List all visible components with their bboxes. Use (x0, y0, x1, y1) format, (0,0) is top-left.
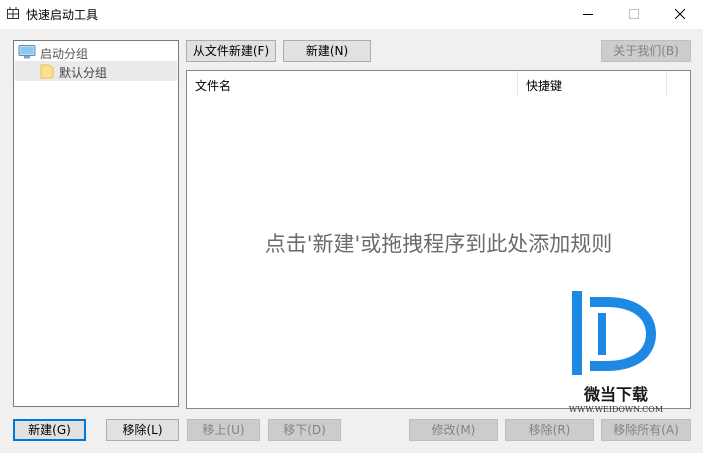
watermark-title: 微当下载 (583, 385, 648, 404)
empty-list-hint: 点击'新建'或拖拽程序到此处添加规则 (264, 232, 613, 256)
watermark-url: WWW.WEIDOWN.COM (568, 405, 664, 414)
remove-all-button[interactable]: 移除所有(A) (601, 419, 691, 441)
title-bar[interactable]: 快速启动工具 (0, 0, 703, 29)
tree-root-label: 启动分组 (40, 47, 89, 61)
remove-rule-button[interactable]: 移除(R) (505, 419, 594, 441)
new-from-file-button[interactable]: 从文件新建(F) (186, 40, 276, 62)
about-button[interactable]: 关于我们(B) (601, 40, 691, 62)
close-button[interactable] (657, 0, 703, 29)
maximize-button[interactable] (611, 0, 657, 29)
maximize-icon (629, 9, 639, 19)
tree-child-label: 默认分组 (59, 66, 108, 80)
modify-button[interactable]: 修改(M) (409, 419, 498, 441)
watermark-logo: 微当下载 WWW.WEIDOWN.COM (556, 285, 676, 415)
remove-group-button[interactable]: 移除(L) (106, 419, 179, 441)
new-button[interactable]: 新建(N) (283, 40, 371, 62)
tree-item-root[interactable]: 启动分组 (15, 42, 177, 62)
group-tree[interactable]: 启动分组 默认分组 (13, 40, 179, 407)
weidown-logo-icon (572, 291, 656, 375)
minimize-button[interactable] (565, 0, 611, 29)
column-header-hotkey[interactable]: 快捷键 (518, 71, 667, 96)
list-header: 文件名 快捷键 (187, 71, 690, 96)
folder-icon (40, 64, 54, 79)
close-icon (675, 9, 685, 19)
minimize-icon (583, 14, 593, 15)
move-up-button[interactable]: 移上(U) (187, 419, 260, 441)
window-title: 快速启动工具 (26, 8, 99, 22)
new-group-button[interactable]: 新建(G) (13, 419, 86, 441)
tree-item-default-group[interactable]: 默认分组 (15, 61, 177, 81)
grid-app-icon (7, 7, 19, 19)
column-header-filename[interactable]: 文件名 (187, 71, 518, 96)
move-down-button[interactable]: 移下(D) (268, 419, 341, 441)
monitor-icon (18, 45, 36, 59)
